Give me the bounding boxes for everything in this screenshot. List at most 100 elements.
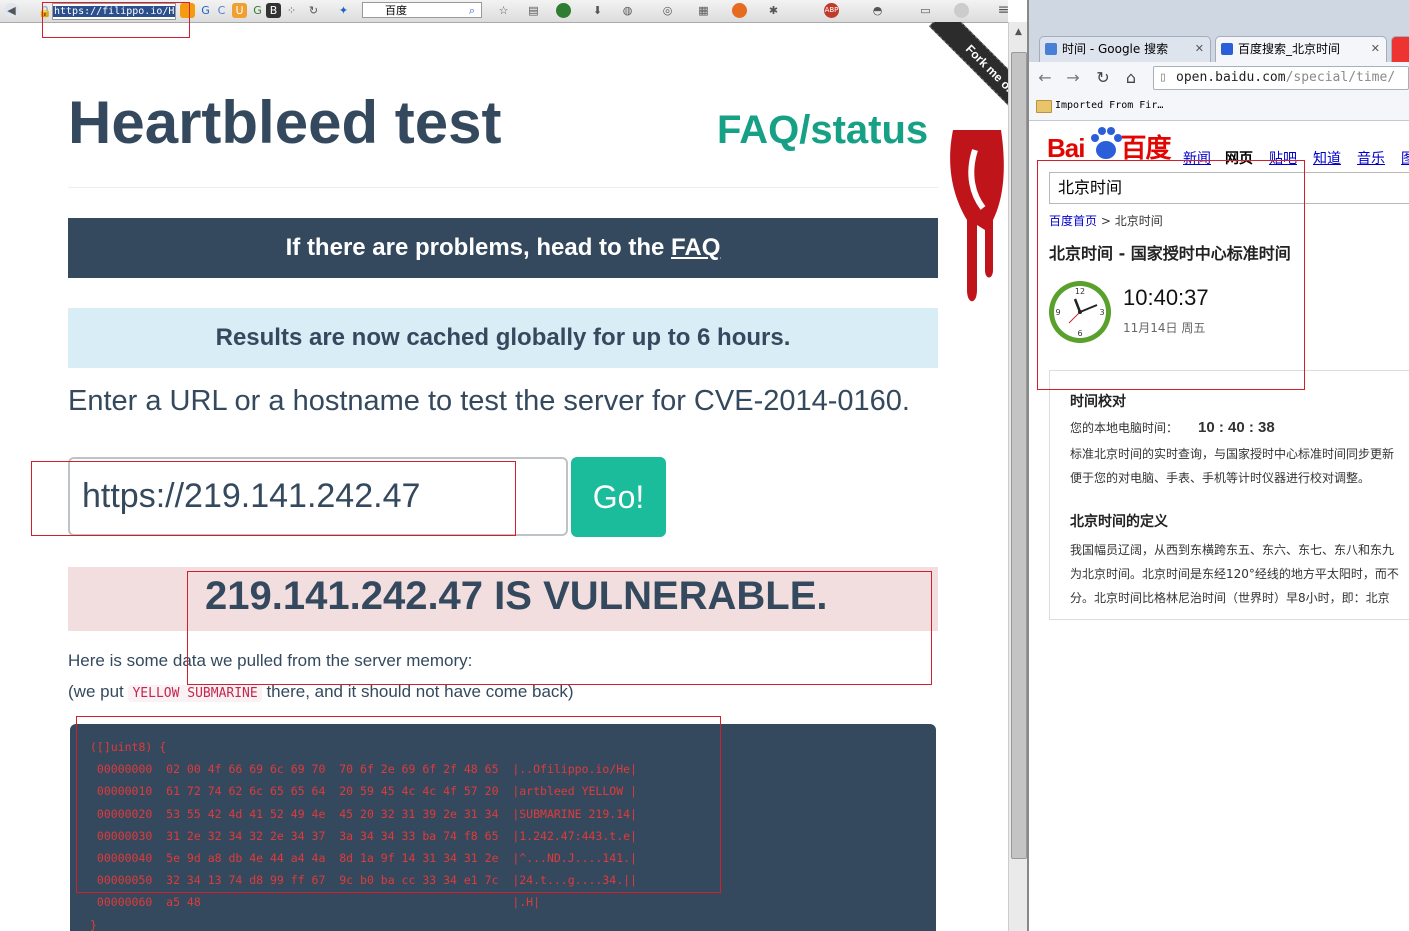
nav-zhidao[interactable]: 知道 — [1313, 148, 1341, 168]
definition-text-3: 分。北京时间比格林尼治时间（世界时）早8小时，即：北京 — [1070, 591, 1390, 605]
close-icon[interactable]: ✕ — [1371, 37, 1380, 61]
nav-images[interactable]: 图 — [1401, 148, 1409, 168]
addon-icon-5[interactable]: B — [266, 3, 281, 18]
download-icon[interactable]: ⬇ — [590, 3, 605, 18]
definition-heading: 北京时间的定义 — [1070, 514, 1168, 530]
dump-line: 00000060 a5 48 |.H| — [90, 895, 541, 910]
url-text: https://filippo.io/H — [53, 6, 175, 17]
logo-text-right: 百度 — [1120, 133, 1171, 163]
bookmark-star-icon[interactable]: ☆ — [496, 3, 511, 18]
addon-globe-icon[interactable]: ◍ — [620, 3, 635, 18]
lock-icon: 🔒 — [38, 5, 52, 18]
baidu-favicon-icon — [1221, 43, 1233, 55]
reload-icon[interactable]: ↻ — [1093, 68, 1113, 88]
tab-baidu-time[interactable]: 百度搜索_北京时间 ✕ — [1215, 36, 1387, 62]
nav-news[interactable]: 新闻 — [1183, 148, 1211, 168]
address-host: open.baidu.com — [1176, 70, 1286, 85]
memory-note-prefix: (we put — [68, 682, 129, 701]
calib-text-2: 便于您的对电脑、手表、手机等计时仪器进行校对调整。 — [1070, 471, 1371, 485]
dump-line: ([]uint8) { — [90, 740, 167, 754]
result-text: 219.141.242.47 IS VULNERABLE. — [205, 574, 828, 618]
tab-partial[interactable] — [1391, 36, 1409, 62]
local-time-label: 您的本地电脑时间： — [1070, 421, 1179, 435]
baidu-search-input[interactable]: 北京时间 — [1049, 172, 1409, 204]
logo-text-left: Bai — [1047, 133, 1085, 163]
problems-banner: If there are problems, head to the FAQ — [68, 218, 938, 278]
reload-icon[interactable]: ↻ — [306, 3, 321, 18]
search-icon[interactable]: ⌕ — [469, 3, 475, 19]
addon-green-icon[interactable] — [556, 3, 571, 18]
clock-icon: 12 3 6 9 — [1049, 281, 1111, 343]
bookmark-folder[interactable]: Imported From Fir… — [1055, 94, 1163, 118]
tab-label: 百度搜索_北京时间 — [1238, 42, 1341, 56]
addon-grey-icon[interactable] — [954, 3, 969, 18]
addon-hat-icon[interactable]: ◓ — [870, 3, 885, 18]
heartbleed-logo — [950, 130, 1004, 302]
dump-line: 00000050 32 34 13 74 d8 99 ff 67 9c b0 b… — [90, 873, 637, 888]
firefox-window: ◀ 🔒 https://filippo.io/H G C U G B ⁘ ↻ ✦… — [0, 0, 1008, 931]
faq-link[interactable]: FAQ — [671, 234, 720, 261]
adblock-icon[interactable]: ABP — [824, 3, 839, 18]
addon-icon-2[interactable]: C — [214, 3, 229, 18]
folder-icon — [1036, 100, 1052, 113]
back-arrow-icon[interactable]: ← — [1035, 68, 1055, 88]
svg-text:3: 3 — [1099, 308, 1104, 317]
banner-text: If there are problems, head to the — [285, 234, 672, 261]
go-button[interactable]: Go! — [571, 457, 666, 537]
nav-tieba[interactable]: 贴吧 — [1269, 148, 1297, 168]
cache-notice: Results are now cached globally for up t… — [68, 308, 938, 368]
firefox-search-box[interactable]: 百度 ⌕ — [362, 2, 482, 18]
page-icon: ▯ — [1159, 70, 1167, 85]
bookmarks-list-icon[interactable]: ▤ — [526, 3, 541, 18]
chrome-address-bar[interactable]: ▯ open.baidu.com/special/time/ — [1153, 66, 1409, 90]
local-time-value: 10 : 40 : 38 — [1198, 419, 1275, 436]
tab-google-search[interactable]: 时间 - Google 搜索 ✕ — [1039, 36, 1211, 62]
dump-line: 00000030 31 2e 32 34 32 2e 34 37 3a 34 3… — [90, 828, 637, 843]
addon-icon-6[interactable]: ⁘ — [284, 3, 299, 18]
window-icon[interactable]: ▭ — [918, 3, 933, 18]
svg-text:9: 9 — [1055, 308, 1060, 317]
close-icon[interactable]: ✕ — [1195, 37, 1204, 61]
forward-arrow-icon[interactable]: → — [1063, 68, 1083, 88]
svg-text:12: 12 — [1075, 287, 1085, 296]
grid-icon[interactable]: ▦ — [696, 3, 711, 18]
dump-line: 00000020 53 55 42 4d 41 52 49 4e 45 20 3… — [90, 806, 637, 821]
dump-line: 00000000 02 00 4f 66 69 6c 69 70 70 6f 2… — [90, 762, 637, 777]
chrome-frame: 时间 - Google 搜索 ✕ 百度搜索_北京时间 ✕ ← → ↻ ⌂ ▯ o… — [1029, 0, 1409, 121]
nav-music[interactable]: 音乐 — [1357, 148, 1385, 168]
google-favicon-icon — [1045, 43, 1057, 55]
search-engine-icon[interactable]: ✦ — [336, 3, 351, 18]
firefox-url-bar[interactable]: https://filippo.io/H — [52, 3, 176, 20]
crumb-home[interactable]: 百度首页 — [1049, 214, 1097, 228]
bookmarks-bar: Imported From Fir… — [1029, 94, 1409, 121]
breadcrumb: 百度首页 > 北京时间 — [1049, 212, 1163, 229]
definition-text-1: 我国幅员辽阔，从西到东横跨东五、东六、东七、东八和东九 — [1070, 543, 1395, 557]
result-title[interactable]: 北京时间 - 国家授时中心标准时间 — [1049, 240, 1291, 264]
dump-line: } — [90, 917, 97, 931]
memory-intro: Here is some data we pulled from the ser… — [68, 651, 473, 670]
addon-icon-4[interactable]: G — [250, 3, 265, 18]
page-title: Heartbleed test — [68, 89, 502, 156]
memory-note-suffix: there, and it should not have come back) — [261, 682, 574, 701]
addon-icon-1[interactable]: G — [198, 3, 213, 18]
nav-web[interactable]: 网页 — [1225, 148, 1253, 168]
crumb-separator: > — [1100, 214, 1111, 228]
crumb-current: 北京时间 — [1114, 214, 1163, 228]
addon-bug-icon[interactable]: ✱ — [766, 3, 781, 18]
scrollbar-thumb[interactable] — [1011, 52, 1027, 859]
addon-icon-3[interactable]: U — [232, 3, 247, 18]
scroll-up-icon[interactable]: ▲ — [1009, 22, 1028, 42]
definition-text-2: 为北京时间。北京时间是东经120°经线的地方平太阳时，而不 — [1070, 567, 1399, 581]
firefox-scrollbar[interactable]: ▲ — [1008, 22, 1028, 931]
back-icon[interactable]: ◀ — [4, 3, 19, 18]
addon-orange-icon[interactable] — [732, 3, 747, 18]
rss-icon[interactable] — [180, 3, 195, 18]
firefox-toolbar: ◀ 🔒 https://filippo.io/H G C U G B ⁘ ↻ ✦… — [0, 0, 1008, 23]
title-divider — [68, 187, 938, 188]
dump-line: 00000040 5e 9d a8 db 4e 44 a4 4a 8d 1a 9… — [90, 851, 637, 866]
home-icon[interactable]: ⌂ — [1121, 68, 1141, 88]
faq-status-link[interactable]: FAQ/status — [717, 108, 928, 153]
palette-icon[interactable]: ◎ — [660, 3, 675, 18]
hostname-input[interactable]: https://219.141.242.47 — [68, 457, 568, 536]
menu-icon[interactable]: ≡ — [996, 3, 1008, 18]
